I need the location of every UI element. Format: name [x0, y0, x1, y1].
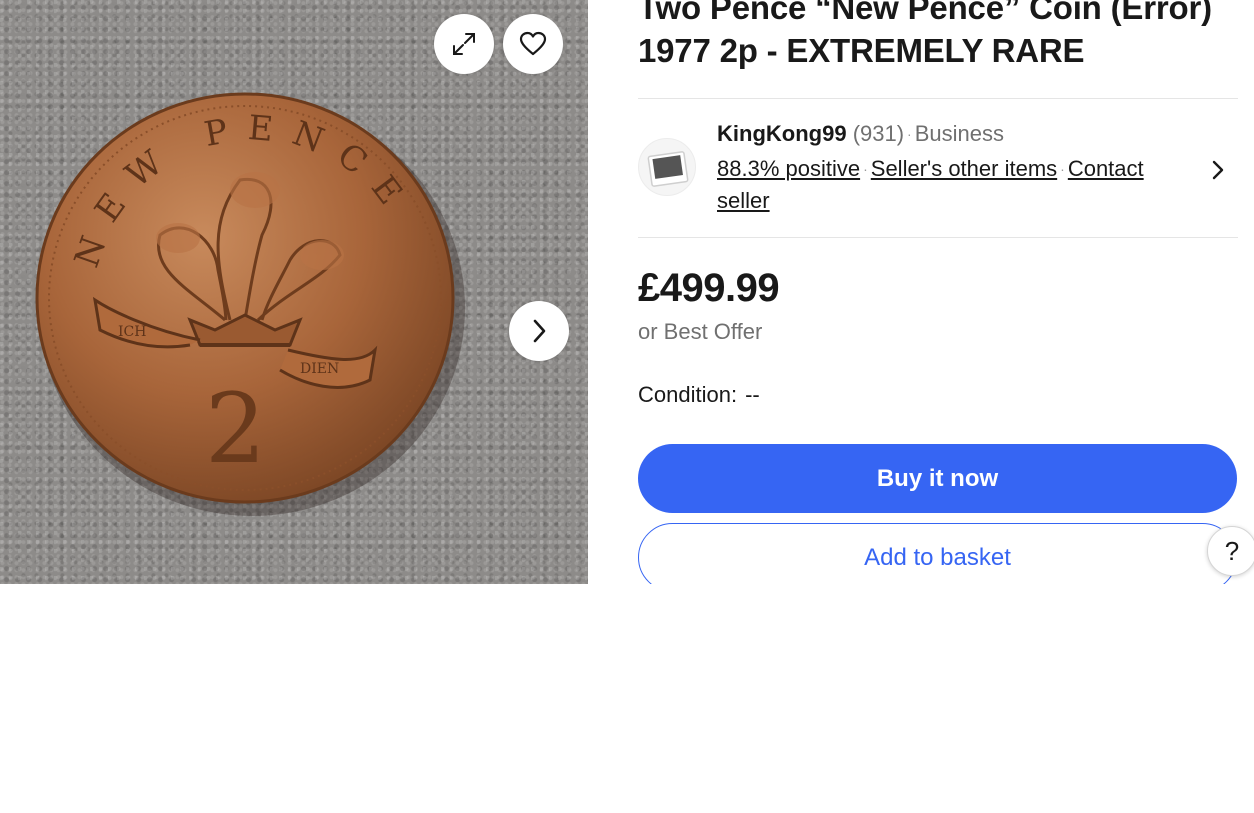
divider	[638, 98, 1238, 99]
next-image-button[interactable]	[509, 301, 569, 361]
expand-icon	[453, 33, 475, 55]
seller-avatar[interactable]	[638, 138, 696, 196]
coin-denomination: 2	[205, 373, 266, 485]
seller-other-items-link[interactable]: Seller's other items	[871, 156, 1057, 181]
listing-photo[interactable]: NEW PENCE ICH DIEN 2	[0, 0, 588, 584]
image-gallery: NEW PENCE ICH DIEN 2	[0, 0, 588, 584]
seller-links: 88.3% positive · Seller's other items · Cont…	[717, 153, 1197, 217]
chevron-right-icon	[533, 319, 546, 343]
help-button[interactable]: ?	[1207, 526, 1254, 576]
seller-photo-icon	[647, 151, 689, 187]
expand-image-button[interactable]	[434, 14, 494, 74]
page-blank-area	[0, 584, 1254, 813]
separator-dot: ·	[907, 126, 912, 142]
price: £499.99	[638, 266, 780, 310]
seller-card: KingKong99 (931) · Business 88.3% positive…	[638, 118, 1238, 218]
condition-label: Condition:	[638, 382, 738, 407]
seller-name[interactable]: KingKong99	[717, 121, 847, 146]
seller-positive-link[interactable]: 88.3% positive	[717, 156, 860, 181]
listing-title: Two Pence “New Pence” Coin (Error) 1977 …	[638, 0, 1212, 69]
motto-left: ICH	[118, 324, 146, 340]
seller-type: Business	[914, 121, 1004, 146]
best-offer-label: or Best Offer	[638, 319, 763, 344]
buy-it-now-button[interactable]: Buy it now	[638, 444, 1237, 513]
seller-feedback-count: (931)	[852, 121, 905, 146]
separator-dot: ·	[863, 161, 868, 177]
seller-info: KingKong99 (931) · Business 88.3% positive…	[717, 118, 1197, 217]
condition-row: Condition: --	[638, 382, 760, 408]
motto-right: DIEN	[300, 361, 339, 377]
add-to-basket-button[interactable]: Add to basket	[638, 523, 1237, 592]
heart-icon	[519, 31, 547, 56]
chevron-right-icon[interactable]	[1206, 158, 1230, 182]
condition-value: --	[745, 382, 760, 407]
watch-button[interactable]	[503, 14, 563, 74]
divider	[638, 237, 1238, 238]
separator-dot: ·	[1060, 161, 1065, 177]
seller-header: KingKong99 (931) · Business	[717, 118, 1197, 150]
